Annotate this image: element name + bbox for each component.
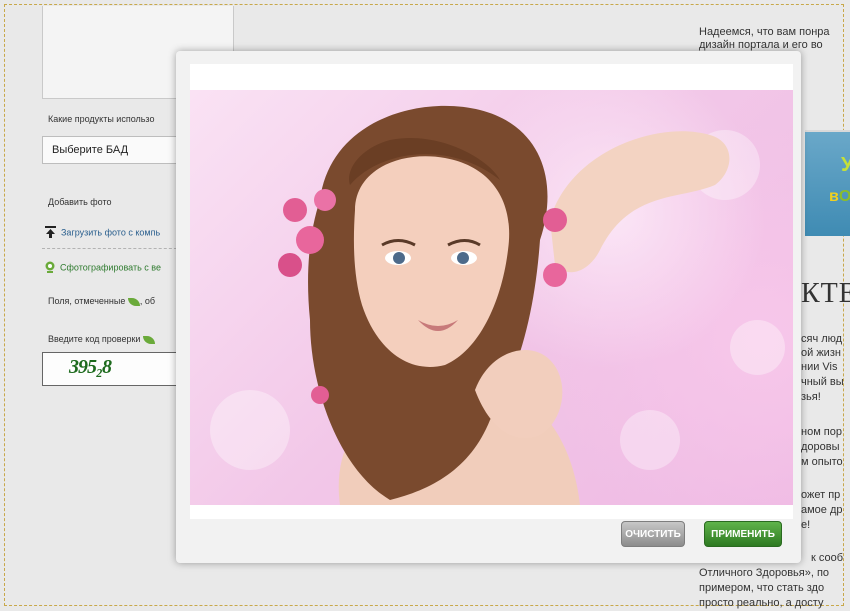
para-fragment: к сооб [811,552,844,564]
para-fragment: е! [801,519,811,531]
upload-icon [44,226,57,240]
para-fragment: м опыто [801,456,843,468]
para-fragment: зья! [801,391,821,403]
banner-text-2a: в [829,188,839,205]
leaf-icon [142,335,155,344]
para-fragment: доровы [801,441,840,453]
portrait-illustration [278,105,730,505]
required-note-prefix: Поля, отмеченные [48,296,126,306]
para-fragment: чный вы [801,376,844,388]
portrait-photo [190,90,793,505]
promo-banner[interactable]: У вО [805,130,850,236]
banner-text-2b: О [838,188,850,205]
para-fragment: нии Vis [801,361,838,373]
bottom-line: просто реально, а досту [699,597,824,609]
products-label: Какие продукты использо [48,114,155,124]
upload-photo-text: Загрузить фото с компь [61,227,161,238]
para-fragment: амое др [801,504,843,516]
banner-text-1: У [841,154,850,176]
add-photo-label: Добавить фото [48,197,112,207]
webcam-photo-text: Сфотографировать с ве [60,262,161,273]
webcam-icon [44,261,56,275]
required-note: Поля, отмеченные , об [48,296,155,306]
banner-text-2: вО [829,188,850,206]
bottom-line: примером, что стать здо [699,582,825,594]
section-heading-fragment: КТЕ [801,278,850,309]
photo-canvas[interactable] [190,64,793,519]
apply-button[interactable]: ПРИМЕНИТЬ [704,521,782,547]
para-fragment: ожет пр [801,489,841,501]
divider-dotted [42,248,182,249]
webcam-photo-link[interactable]: Сфотографировать с ве [44,261,161,275]
photo-editor-modal: ОЧИСТИТЬ ПРИМЕНИТЬ [176,51,801,563]
captcha-label-row: Введите код проверки [48,334,155,344]
para-fragment: сяч люд [801,333,843,345]
intro-line: Надеемся, что вам понра [699,26,830,38]
captcha-label: Введите код проверки [48,334,141,344]
para-fragment: ой жизн [801,347,841,359]
required-note-suffix: , об [139,296,156,306]
bottom-line: Отличного Здоровья», по [699,567,830,579]
upload-photo-link[interactable]: Загрузить фото с компь [44,226,160,240]
leaf-icon [127,297,140,306]
para-fragment: ном пор [801,426,843,438]
clear-button[interactable]: ОЧИСТИТЬ [621,521,685,547]
